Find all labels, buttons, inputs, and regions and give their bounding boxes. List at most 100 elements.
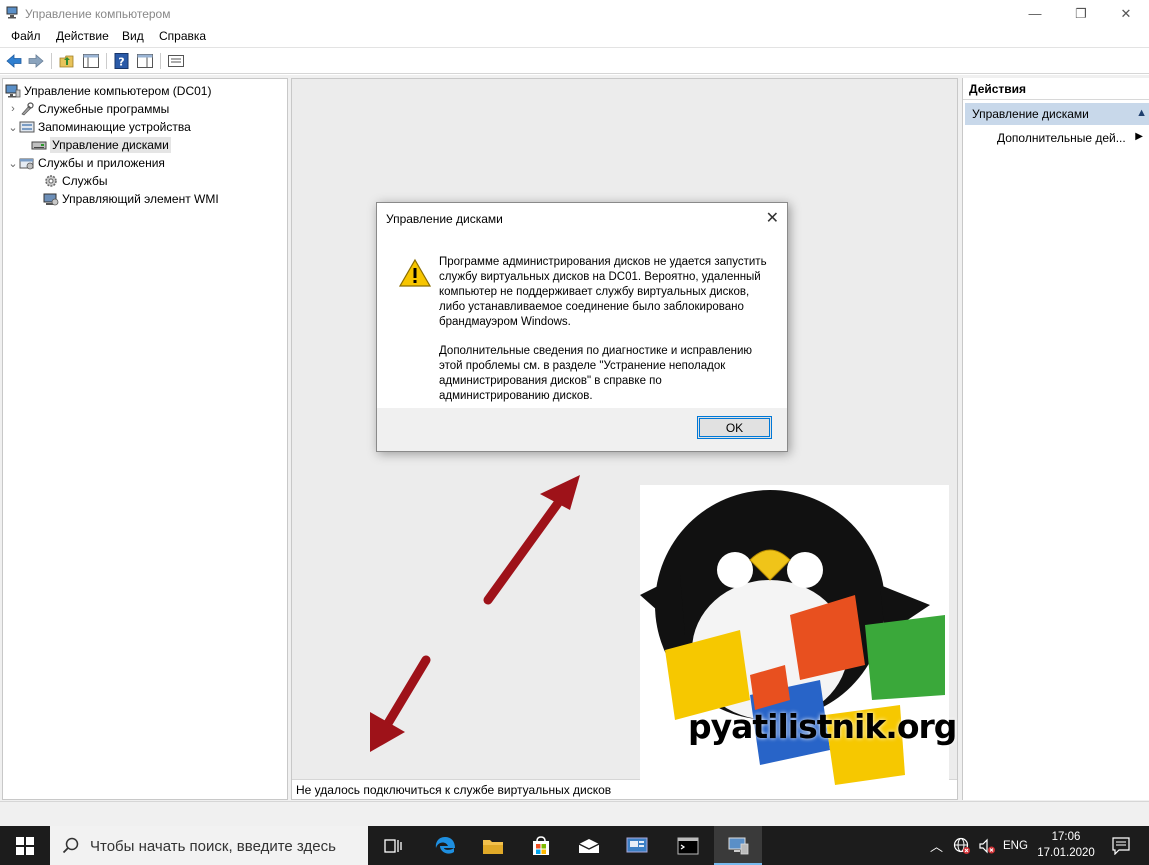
collapse-triangle-icon[interactable]: ▲ — [1136, 107, 1147, 119]
folder-icon — [483, 839, 503, 854]
back-arrow-icon[interactable] — [5, 52, 23, 70]
dialog-footer: OK — [377, 408, 787, 451]
tree-item-label: Управление дисками — [50, 137, 171, 153]
console-tree: Управление компьютером (DC01) › Служебны… — [2, 78, 288, 800]
help-icon[interactable]: ? — [113, 52, 131, 70]
dialog-message: Программе администрирования дисков не уд… — [439, 255, 774, 418]
restore-button[interactable]: ❐ — [1058, 0, 1104, 27]
more-actions-item[interactable]: Дополнительные дей... — [997, 131, 1126, 145]
collapse-chevron-icon[interactable]: ⌄ — [7, 121, 19, 134]
taskbar-search-box[interactable]: Чтобы начать поиск, введите здесь — [50, 826, 368, 865]
clock-date: 17.01.2020 — [1037, 847, 1095, 859]
edge-browser-icon — [435, 836, 455, 854]
close-button[interactable]: ✕ — [1103, 0, 1149, 27]
computer-management-icon — [5, 84, 21, 98]
forward-arrow-icon[interactable] — [27, 52, 45, 70]
wmi-control-icon — [43, 193, 59, 206]
actions-section-disk-management[interactable]: Управление дисками ▲ — [965, 103, 1149, 125]
volume-tray-icon[interactable] — [978, 826, 996, 865]
action-center-button[interactable] — [1112, 826, 1132, 865]
tree-item-label: Управляющий элемент WMI — [62, 192, 219, 206]
menu-file[interactable]: Файл — [11, 29, 41, 43]
mail-button[interactable] — [566, 826, 612, 865]
task-view-button[interactable] — [370, 826, 416, 865]
minimize-button[interactable]: — — [1012, 0, 1058, 27]
tree-item-wmi[interactable]: Управляющий элемент WMI — [43, 190, 219, 208]
start-button[interactable] — [0, 826, 50, 865]
storage-icon — [19, 121, 35, 133]
server-manager-icon — [626, 837, 648, 852]
tree-root[interactable]: Управление компьютером (DC01) — [5, 82, 211, 100]
tree-item-label: Запоминающие устройства — [38, 120, 191, 134]
search-icon — [62, 837, 79, 854]
taskbar-clock[interactable]: 17:06 17.01.2020 — [1036, 829, 1096, 861]
actions-header: Действия — [963, 78, 1149, 100]
file-explorer-button[interactable] — [470, 826, 516, 865]
dialog-title: Управление дисками — [386, 212, 503, 226]
gear-icon — [45, 175, 57, 187]
svg-text:?: ? — [118, 56, 124, 69]
windows-logo-icon — [16, 836, 34, 855]
tree-item-system-tools[interactable]: › Служебные программы — [7, 100, 169, 118]
menu-view[interactable]: Вид — [122, 29, 144, 43]
dialog-close-button[interactable]: ✕ — [766, 208, 779, 228]
menu-action[interactable]: Действие — [56, 29, 109, 43]
properties-pane-icon[interactable] — [136, 52, 154, 70]
list-view-icon[interactable] — [167, 52, 185, 70]
toolbar-separator — [106, 53, 107, 69]
tree-item-label: Службы — [62, 174, 108, 188]
toolbar-separator — [160, 53, 161, 69]
computer-management-icon — [728, 837, 749, 854]
clock-time: 17:06 — [1051, 831, 1081, 843]
submenu-arrow-icon[interactable]: ▶ — [1135, 131, 1143, 142]
notifications-icon — [1112, 836, 1130, 855]
bottom-status-bar — [0, 801, 1149, 826]
language-indicator[interactable]: ENG — [1003, 826, 1028, 865]
tree-item-services[interactable]: Службы — [43, 172, 107, 190]
error-dialog: Управление дисками ✕ Программе администр… — [376, 202, 788, 452]
site-logo: pyatilistnik.org — [640, 485, 957, 794]
toolbar-separator — [51, 53, 52, 69]
title-bar: Управление компьютером — ❐ ✕ — [0, 0, 1149, 27]
speaker-muted-icon — [979, 838, 995, 853]
logo-text: pyatilistnik.org — [688, 707, 957, 746]
menu-bar: Файл Действие Вид Справка — [0, 27, 1149, 47]
collapse-chevron-icon[interactable]: ⌄ — [7, 157, 19, 170]
computer-management-icon — [6, 6, 18, 19]
actions-section-label: Управление дисками — [972, 107, 1089, 121]
dialog-paragraph: Дополнительные сведения по диагностике и… — [439, 345, 753, 402]
tree-item-storage[interactable]: ⌄ Запоминающие устройства — [7, 118, 191, 136]
penguin-windows-logo-icon — [640, 490, 945, 785]
dialog-paragraph: Программе администрирования дисков не уд… — [439, 256, 767, 328]
task-view-icon — [384, 838, 402, 853]
command-prompt-icon — [677, 837, 699, 854]
up-folder-icon[interactable] — [58, 52, 76, 70]
tools-icon — [21, 102, 34, 116]
search-placeholder: Чтобы начать поиск, введите здесь — [90, 838, 336, 855]
edge-taskbar-button[interactable] — [422, 826, 468, 865]
network-tray-icon[interactable] — [953, 826, 971, 865]
computer-management-taskbar-button[interactable] — [614, 826, 660, 865]
tree-item-disk-management[interactable]: Управление дисками — [31, 136, 171, 154]
tree-item-label: Службы и приложения — [38, 156, 165, 170]
store-bag-icon — [533, 835, 549, 855]
warning-icon — [399, 258, 431, 287]
expand-chevron-icon[interactable]: › — [7, 103, 19, 115]
show-hidden-icons-button[interactable]: ︿ — [930, 826, 943, 865]
tree-root-label: Управление компьютером (DC01) — [24, 84, 212, 98]
actions-pane: Действия Управление дисками ▲ Дополнител… — [962, 78, 1149, 800]
taskbar: Чтобы начать поиск, введите здесь ︿ ENG … — [0, 826, 1149, 865]
disk-drive-icon — [31, 141, 47, 150]
cmd-taskbar-button[interactable] — [664, 826, 712, 865]
active-app-taskbar-button[interactable] — [714, 826, 762, 865]
window-title: Управление компьютером — [25, 7, 171, 21]
toolbar: ? — [0, 47, 1149, 74]
chevron-up-icon[interactable]: ︿ — [930, 836, 943, 855]
show-hide-tree-icon[interactable] — [82, 52, 100, 70]
services-apps-icon — [19, 158, 34, 170]
network-globe-icon — [953, 837, 970, 854]
ok-button[interactable]: OK — [697, 416, 772, 439]
store-button[interactable] — [518, 826, 564, 865]
menu-help[interactable]: Справка — [159, 29, 206, 43]
tree-item-services-apps[interactable]: ⌄ Службы и приложения — [7, 154, 165, 172]
